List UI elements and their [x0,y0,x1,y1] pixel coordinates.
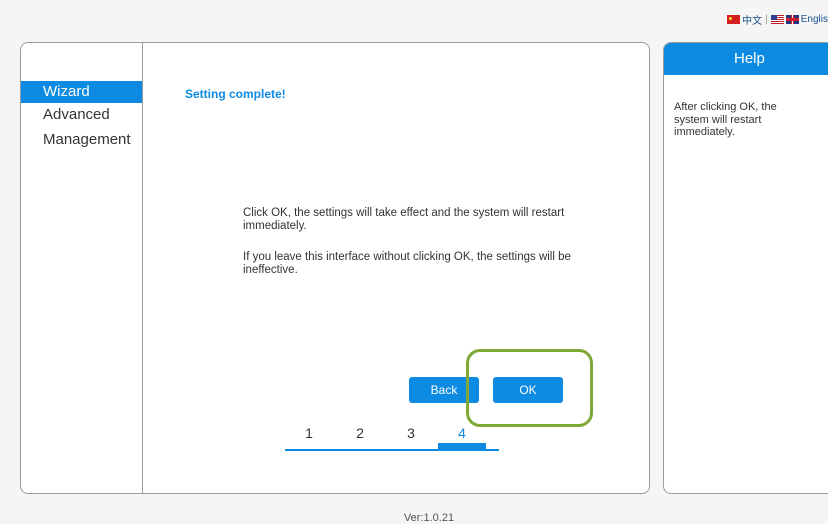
step-indicator: 1 2 3 4 [285,425,499,455]
ok-button-highlight [466,349,593,427]
uk-flag-icon[interactable] [785,14,799,24]
help-title: Help [664,43,828,75]
restart-message: Click OK, the settings will take effect … [243,207,565,232]
page-title: Setting complete! [185,87,286,101]
sidebar-item-wizard[interactable]: Wizard [21,81,142,103]
us-flag-icon[interactable] [770,14,784,24]
step-2: 2 [356,425,364,441]
step-1: 1 [305,425,313,441]
step-3: 3 [407,425,415,441]
main-panel: Wizard Advanced Management Setting compl… [20,42,650,494]
language-bar: 中文 | Englis [727,12,828,27]
english-language-link[interactable]: Englis [801,14,828,25]
sidebar-item-management[interactable]: Management [21,129,142,151]
version-label: Ver:1.0.21 [403,512,455,524]
help-text: After clicking OK, the system will resta… [674,101,777,138]
warning-message: If you leave this interface without clic… [243,251,571,276]
sidebar-item-advanced[interactable]: Advanced [21,104,142,126]
sidebar: Wizard Advanced Management [21,43,143,493]
help-panel: Help After clicking OK, the system will … [663,42,828,494]
current-step-marker [438,443,486,451]
step-4-current: 4 [458,425,466,441]
language-separator: | [765,13,768,25]
wizard-content: Setting complete! Click OK, the settings… [143,43,649,493]
china-flag-icon[interactable] [727,14,741,24]
chinese-language-link[interactable]: 中文 [742,12,762,27]
